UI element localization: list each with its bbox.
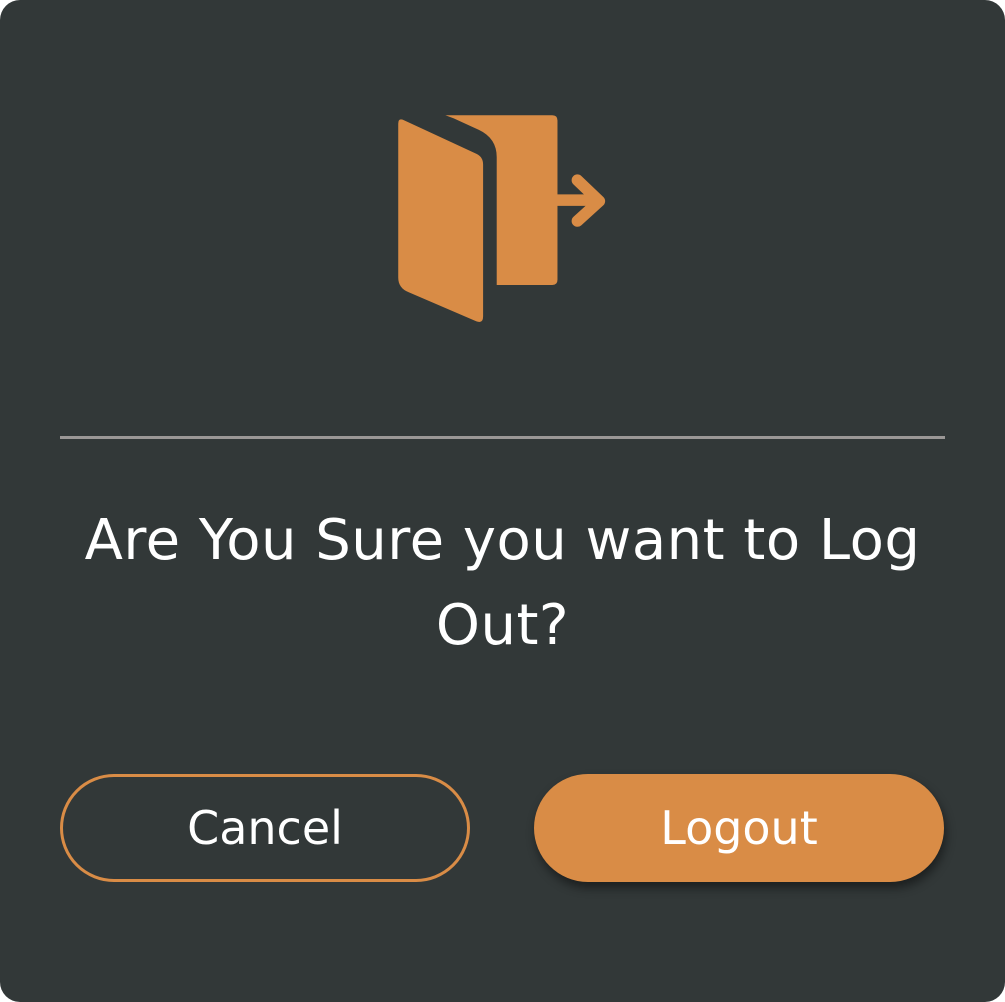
cancel-button[interactable]: Cancel bbox=[60, 774, 470, 882]
logout-door-icon-wrapper bbox=[0, 110, 1005, 330]
divider bbox=[60, 436, 945, 439]
logout-door-icon bbox=[397, 115, 605, 322]
logout-confirm-dialog: Are You Sure you want to Log Out? Cancel… bbox=[0, 0, 1005, 1002]
confirm-message: Are You Sure you want to Log Out? bbox=[84, 508, 921, 658]
logout-button[interactable]: Logout bbox=[534, 774, 944, 882]
